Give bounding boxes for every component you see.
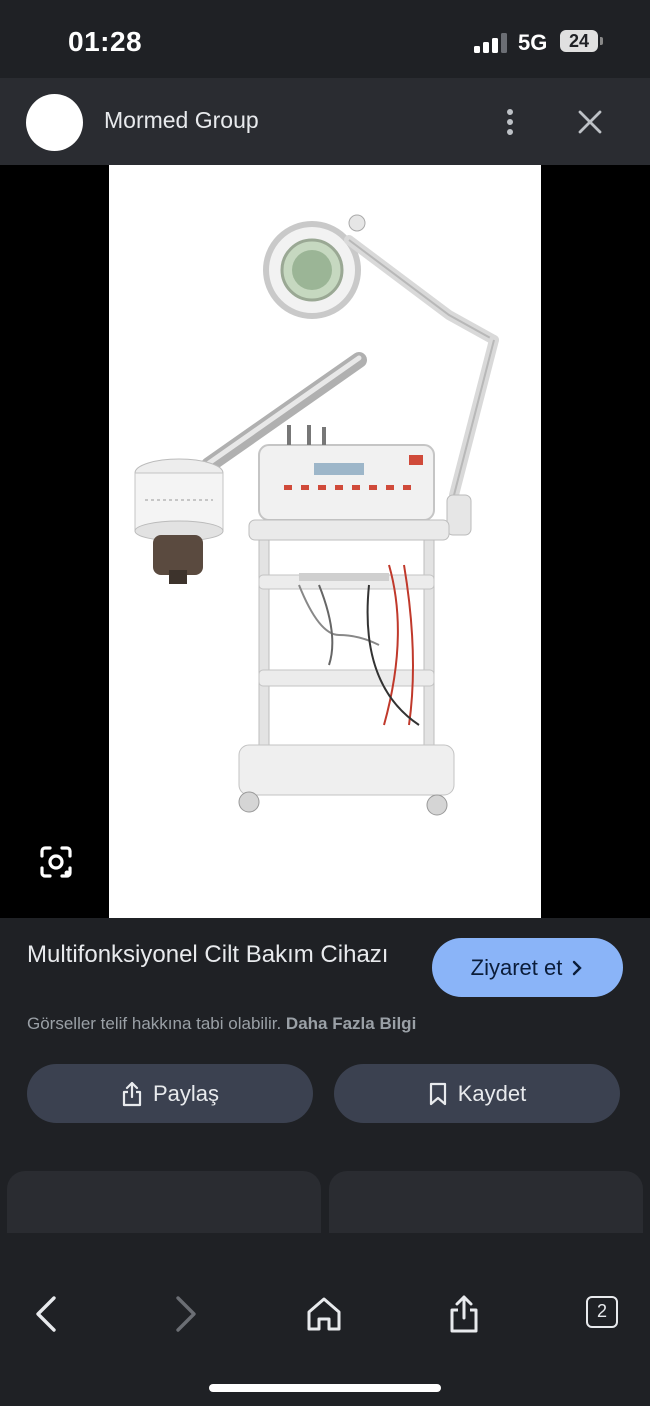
source-header: Mormed Group — [0, 78, 650, 165]
network-type: 5G — [518, 30, 548, 55]
home-indicator — [209, 1384, 441, 1392]
status-bar: 01:28 5G 24 — [0, 0, 650, 78]
site-name[interactable]: Mormed Group — [104, 107, 259, 134]
visit-label: Ziyaret et — [470, 954, 563, 980]
more-vert-icon[interactable] — [494, 102, 526, 142]
share-icon — [122, 1081, 142, 1106]
copyright-text: Görseller telif hakkına tabi olabilir. — [27, 1014, 282, 1033]
lens-icon[interactable] — [36, 842, 76, 882]
forward-icon[interactable] — [166, 1294, 206, 1334]
home-icon[interactable] — [304, 1294, 344, 1334]
more-info-link[interactable]: Daha Fazla Bilgi — [286, 1014, 416, 1033]
back-icon[interactable] — [28, 1294, 68, 1334]
site-avatar[interactable] — [26, 94, 83, 151]
bookmark-icon — [429, 1082, 446, 1105]
visit-button[interactable]: Ziyaret et — [432, 938, 623, 997]
image-viewer[interactable] — [0, 165, 650, 918]
share-button[interactable]: Paylaş — [27, 1064, 313, 1123]
status-time: 01:28 — [68, 26, 143, 57]
skin-care-device-illustration — [134, 214, 499, 816]
result-title[interactable]: Multifonksiyonel Cilt Bakım Cihazı — [27, 938, 407, 971]
share-label: Paylaş — [152, 1080, 220, 1106]
related-result-card[interactable] — [329, 1171, 643, 1233]
close-icon[interactable] — [574, 106, 606, 138]
related-result-card[interactable] — [7, 1171, 321, 1233]
share-nav-icon[interactable] — [444, 1294, 484, 1334]
signal-icon — [474, 33, 507, 53]
battery-tip — [600, 37, 603, 45]
chevron-right-icon — [573, 960, 583, 975]
tabs-icon[interactable]: 2 — [586, 1296, 618, 1328]
save-button[interactable]: Kaydet — [334, 1064, 620, 1123]
battery-icon: 24 — [560, 30, 598, 52]
save-label: Kaydet — [457, 1080, 527, 1106]
copyright-notice: Görseller telif hakkına tabi olabilir. D… — [27, 1014, 416, 1034]
product-image[interactable] — [109, 165, 541, 918]
